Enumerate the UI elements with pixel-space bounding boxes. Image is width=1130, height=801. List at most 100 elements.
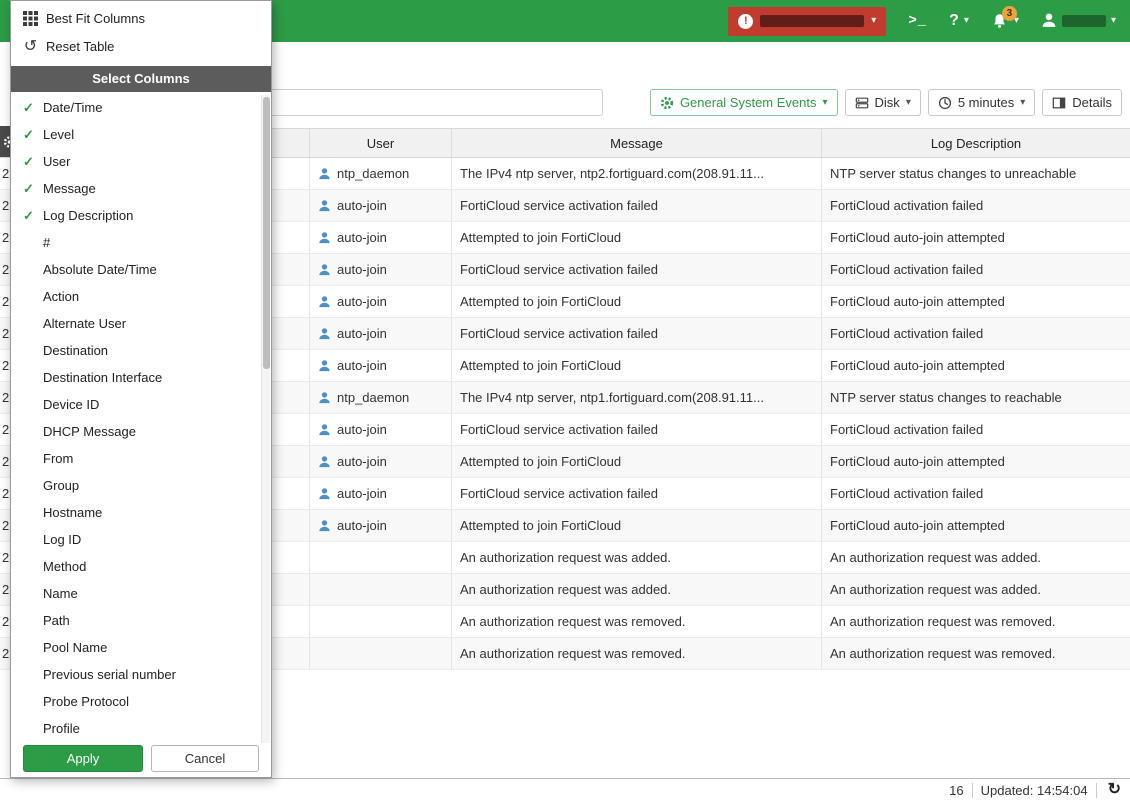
column-option[interactable]: Path — [11, 607, 271, 634]
log-source-dropdown[interactable]: Disk ▾ — [845, 89, 921, 116]
column-option[interactable]: Method — [11, 553, 271, 580]
cell-message: Attempted to join FortiCloud — [452, 510, 822, 541]
event-category-dropdown[interactable]: General System Events ▾ — [650, 89, 838, 116]
column-settings-menu: Best Fit Columns ↺ Reset Table Select Co… — [10, 0, 272, 778]
cell-message: Attempted to join FortiCloud — [452, 350, 822, 381]
cell-user: ntp_daemon — [310, 158, 452, 189]
cell-user: auto-join — [310, 478, 452, 509]
column-option[interactable]: ✓ Log Description — [11, 202, 271, 229]
user-menu-button[interactable]: ▾ — [1041, 12, 1116, 31]
cell-log-description: NTP server status changes to unreachable — [822, 158, 1130, 189]
user-avatar-icon — [1041, 12, 1057, 31]
disk-icon — [855, 96, 869, 110]
column-option-label: # — [43, 235, 50, 250]
cell-log-description: An authorization request was added. — [822, 542, 1130, 573]
cell-log-description: FortiCloud activation failed — [822, 254, 1130, 285]
column-option-label: Hostname — [43, 505, 102, 520]
help-icon: ? — [949, 12, 959, 30]
refresh-button[interactable]: ↻ — [1105, 781, 1124, 799]
details-toggle-button[interactable]: Details — [1042, 89, 1122, 116]
reset-table-label: Reset Table — [46, 39, 114, 54]
column-option[interactable]: Previous serial number — [11, 661, 271, 688]
column-option-label: Path — [43, 613, 70, 628]
help-menu-button[interactable]: ? ▾ — [949, 12, 969, 30]
bell-icon: 3 — [991, 12, 1009, 30]
column-option[interactable]: ✓ Date/Time — [11, 94, 271, 121]
reset-icon: ↺ — [23, 36, 38, 56]
time-range-dropdown[interactable]: 5 minutes ▾ — [928, 89, 1035, 116]
chevron-down-icon: ▾ — [906, 98, 911, 108]
column-option[interactable]: Destination Interface — [11, 364, 271, 391]
cell-user — [310, 542, 452, 573]
column-option-label: DHCP Message — [43, 424, 136, 439]
column-option-label: Date/Time — [43, 100, 102, 115]
username-text: auto-join — [337, 358, 387, 373]
column-option-label: User — [43, 154, 70, 169]
cell-user: auto-join — [310, 222, 452, 253]
chevron-down-icon: ▾ — [1111, 16, 1116, 26]
username-text: auto-join — [337, 486, 387, 501]
cell-user: auto-join — [310, 318, 452, 349]
cell-message: An authorization request was removed. — [452, 606, 822, 637]
column-option[interactable]: Name — [11, 580, 271, 607]
column-option[interactable]: # — [11, 229, 271, 256]
check-icon: ✓ — [23, 100, 43, 116]
column-option[interactable]: Profile — [11, 715, 271, 742]
cell-user: auto-join — [310, 286, 452, 317]
column-option[interactable]: Probe Protocol — [11, 688, 271, 715]
notifications-button[interactable]: 3 ▾ — [991, 12, 1019, 30]
apply-button[interactable]: Apply — [23, 745, 143, 772]
user-icon — [318, 487, 331, 500]
column-option[interactable]: Pool Name — [11, 634, 271, 661]
column-list-scrollbar[interactable] — [261, 95, 270, 743]
column-option[interactable]: DHCP Message — [11, 418, 271, 445]
column-option[interactable]: ✓ User — [11, 148, 271, 175]
column-option[interactable]: Group — [11, 472, 271, 499]
cell-user: ntp_daemon — [310, 382, 452, 413]
notification-badge: 3 — [1002, 6, 1017, 21]
alert-button[interactable]: ! ▾ — [728, 7, 886, 36]
username-text: auto-join — [337, 198, 387, 213]
reset-table-item[interactable]: ↺ Reset Table — [11, 32, 271, 60]
col-header-message[interactable]: Message — [452, 129, 822, 157]
redacted-alert-text — [760, 15, 864, 27]
redacted-username — [1062, 15, 1106, 27]
chevron-down-icon: ▾ — [964, 16, 969, 26]
cell-user — [310, 574, 452, 605]
column-option[interactable]: Hostname — [11, 499, 271, 526]
cell-message: An authorization request was removed. — [452, 638, 822, 669]
scrollbar-thumb[interactable] — [263, 97, 270, 369]
cell-log-description: FortiCloud auto-join attempted — [822, 350, 1130, 381]
cell-message: The IPv4 ntp server, ntp2.fortiguard.com… — [452, 158, 822, 189]
column-option[interactable]: Alternate User — [11, 310, 271, 337]
user-icon — [318, 423, 331, 436]
user-icon — [318, 167, 331, 180]
user-icon — [318, 231, 331, 244]
cli-console-button[interactable]: >_ — [908, 13, 927, 29]
column-option[interactable]: Destination — [11, 337, 271, 364]
event-category-label: General System Events — [680, 95, 817, 110]
col-header-log-description[interactable]: Log Description — [822, 129, 1130, 157]
column-option-label: Profile — [43, 721, 80, 736]
cell-log-description: FortiCloud activation failed — [822, 318, 1130, 349]
cell-log-description: FortiCloud activation failed — [822, 414, 1130, 445]
cell-message: FortiCloud service activation failed — [452, 478, 822, 509]
cell-message: An authorization request was added. — [452, 574, 822, 605]
column-option[interactable]: From — [11, 445, 271, 472]
column-option[interactable]: Action — [11, 283, 271, 310]
column-option[interactable]: ✓ Message — [11, 175, 271, 202]
column-option[interactable]: Device ID — [11, 391, 271, 418]
column-list: ✓ Date/Time ✓ Level ✓ User ✓ Message ✓ L… — [11, 92, 271, 742]
col-header-user[interactable]: User — [310, 129, 452, 157]
user-icon — [318, 327, 331, 340]
column-option[interactable]: ✓ Level — [11, 121, 271, 148]
username-text: auto-join — [337, 326, 387, 341]
check-icon: ✓ — [23, 208, 43, 224]
select-columns-header: Select Columns — [11, 66, 271, 92]
column-option-label: Log ID — [43, 532, 81, 547]
best-fit-columns-item[interactable]: Best Fit Columns — [11, 4, 271, 32]
cancel-button[interactable]: Cancel — [151, 745, 259, 772]
user-icon — [318, 391, 331, 404]
column-option[interactable]: Absolute Date/Time — [11, 256, 271, 283]
column-option[interactable]: Log ID — [11, 526, 271, 553]
